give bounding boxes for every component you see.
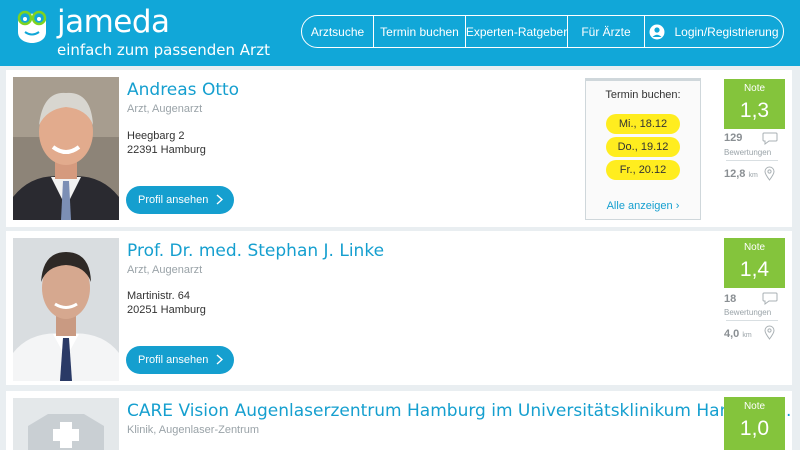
- nav-login-label: Login/Registrierung: [674, 24, 779, 39]
- speech-bubble-icon: [762, 292, 778, 305]
- doctor-card: Andreas Otto Arzt, Augenarzt Heegbarg 2 …: [6, 70, 792, 227]
- slot-button[interactable]: Mi., 18.12: [606, 114, 680, 134]
- booking-box: Termin buchen: Mi., 18.12 Do., 19.12 Fr.…: [585, 78, 701, 220]
- doctor-face-icon[interactable]: [12, 6, 52, 44]
- location-pin-icon: [764, 325, 775, 340]
- booking-title: Termin buchen:: [605, 89, 681, 101]
- doctor-name[interactable]: Prof. Dr. med. Stephan J. Linke: [127, 241, 384, 261]
- brand-tagline: einfach zum passenden Arzt: [57, 41, 270, 59]
- show-all-slots-link[interactable]: Alle anzeigen ›: [586, 200, 700, 212]
- distance-unit: km: [742, 332, 752, 339]
- location-pin-icon: [764, 166, 775, 181]
- doctor-name[interactable]: Andreas Otto: [127, 80, 239, 100]
- nav-login[interactable]: Login/Registrierung: [645, 16, 783, 47]
- doctor-photo[interactable]: [13, 238, 119, 381]
- clinic-specialty: Klinik, Augenlaser-Zentrum: [127, 424, 260, 436]
- chevron-right-icon: ›: [675, 200, 680, 212]
- grade-value: 1,4: [739, 258, 770, 281]
- divider: [726, 160, 778, 161]
- reviews-count[interactable]: 129: [724, 132, 742, 144]
- distance: 12,8 km: [724, 168, 758, 180]
- site-header: jameda einfach zum passenden Arzt Arztsu…: [0, 0, 800, 66]
- nav-experten-ratgeber[interactable]: Experten-Ratgeber: [466, 16, 568, 47]
- profile-button-label: Profil ansehen: [138, 354, 209, 366]
- address-street: Martinistr. 64: [127, 290, 190, 302]
- doctor-photo[interactable]: [13, 77, 119, 220]
- grade-badge: Note 1,3: [724, 79, 785, 129]
- slot-button[interactable]: Fr., 20.12: [606, 160, 680, 180]
- grade-badge: Note 1,4: [724, 238, 785, 288]
- grade-label: Note: [743, 83, 766, 94]
- user-icon: [649, 24, 665, 39]
- grade-value: 1,3: [739, 99, 770, 122]
- speech-bubble-icon: [762, 132, 778, 145]
- slot-button[interactable]: Do., 19.12: [606, 137, 680, 157]
- doctor-card: Prof. Dr. med. Stephan J. Linke Arzt, Au…: [6, 231, 792, 385]
- clinic-placeholder-icon[interactable]: [13, 398, 119, 450]
- address-street: Heegbarg 2: [127, 130, 185, 142]
- show-all-slots-label: Alle anzeigen: [606, 200, 673, 212]
- distance-value: 4,0: [724, 328, 740, 340]
- chevron-right-icon: [216, 194, 223, 205]
- clinic-name[interactable]: CARE Vision Augenlaserzentrum Hamburg im…: [127, 401, 791, 421]
- address-city: 20251 Hamburg: [127, 304, 206, 316]
- divider: [726, 320, 778, 321]
- doctor-specialty: Arzt, Augenarzt: [127, 264, 203, 276]
- grade-label: Note: [743, 401, 766, 412]
- grade-badge: Note 1,0: [724, 397, 785, 450]
- nav-fuer-aerzte[interactable]: Für Ärzte: [568, 16, 645, 47]
- main-nav: Arztsuche Termin buchen Experten-Ratgebe…: [301, 15, 784, 48]
- grade-value: 1,0: [739, 417, 770, 440]
- doctor-specialty: Arzt, Augenarzt: [127, 103, 203, 115]
- grade-label: Note: [743, 242, 766, 253]
- profile-button[interactable]: Profil ansehen: [126, 186, 234, 214]
- distance-unit: km: [748, 172, 758, 179]
- address-city: 22391 Hamburg: [127, 144, 206, 156]
- profile-button-label: Profil ansehen: [138, 194, 209, 206]
- reviews-count[interactable]: 18: [724, 293, 736, 305]
- nav-termin-buchen[interactable]: Termin buchen: [374, 16, 466, 47]
- distance-value: 12,8: [724, 168, 746, 180]
- distance: 4,0 km: [724, 328, 752, 340]
- chevron-right-icon: [216, 354, 223, 365]
- clinic-card: CARE Vision Augenlaserzentrum Hamburg im…: [6, 391, 792, 450]
- nav-arztsuche[interactable]: Arztsuche: [302, 16, 374, 47]
- reviews-label: Bewertungen: [724, 148, 772, 157]
- reviews-label: Bewertungen: [724, 308, 772, 317]
- brand-title[interactable]: jameda: [57, 4, 170, 40]
- profile-button[interactable]: Profil ansehen: [126, 346, 234, 374]
